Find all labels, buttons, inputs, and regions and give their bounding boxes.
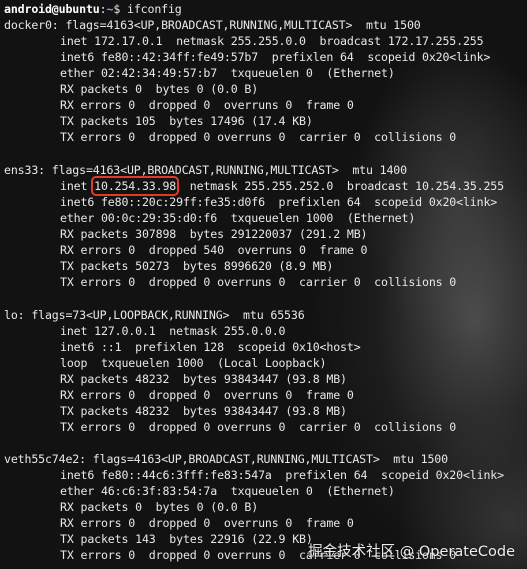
veth-inet6-line: inet6 fe80::44c6:3fff:fe83:547a prefixle… xyxy=(60,468,504,482)
prompt-command: ifconfig xyxy=(127,2,182,16)
veth-rx-packets-line: RX packets 0 bytes 0 (0.0 B) xyxy=(60,500,259,514)
lo-rx-errors-line: RX errors 0 dropped 0 overruns 0 frame 0 xyxy=(60,388,354,402)
interface-header-lo: lo: flags=73<UP,LOOPBACK,RUNNING> mtu 65… xyxy=(4,308,305,322)
ens33-inet6-line: inet6 fe80::20c:29ff:fe35:d0f6 prefixlen… xyxy=(60,195,498,209)
ens33-tx-errors-line: TX errors 0 dropped 0 overruns 0 carrier… xyxy=(60,275,457,289)
lo-loop-line: loop txqueuelen 1000 (Local Loopback) xyxy=(60,356,327,370)
watermark: 掘金技术社区 @ OperateCode xyxy=(308,544,515,560)
prompt-symbol: $ xyxy=(113,2,121,16)
ens33-tx-packets-line: TX packets 50273 bytes 8996620 (8.9 MB) xyxy=(60,259,334,273)
docker0-inet-line: inet 172.17.0.1 netmask 255.255.0.0 broa… xyxy=(60,34,484,48)
ens33-ether-line: ether 00:0c:29:35:d0:f6 txqueuelen 1000 … xyxy=(60,211,416,225)
ens33-rx-errors-line: RX errors 0 dropped 540 overruns 0 frame… xyxy=(60,243,368,257)
docker0-ether-line: ether 02:42:34:49:57:b7 txqueuelen 0 (Et… xyxy=(60,66,395,80)
lo-inet-line: inet 127.0.0.1 netmask 255.0.0.0 xyxy=(60,324,286,338)
docker0-tx-errors-line: TX errors 0 dropped 0 overruns 0 carrier… xyxy=(60,130,457,144)
docker0-rx-errors-line: RX errors 0 dropped 0 overruns 0 frame 0 xyxy=(60,98,354,112)
lo-tx-packets-line: TX packets 48232 bytes 93843447 (93.8 MB… xyxy=(60,404,347,418)
interface-header-ens33: ens33: flags=4163<UP,BROADCAST,RUNNING,M… xyxy=(4,163,407,177)
lo-rx-packets-line: RX packets 48232 bytes 93843447 (93.8 MB… xyxy=(60,372,347,386)
docker0-rx-packets-line: RX packets 0 bytes 0 (0.0 B) xyxy=(60,82,259,96)
veth-rx-errors-line: RX errors 0 dropped 0 overruns 0 frame 0 xyxy=(60,516,354,530)
interface-header-veth55c74e2: veth55c74e2: flags=4163<UP,BROADCAST,RUN… xyxy=(4,452,448,466)
docker0-tx-packets-line: TX packets 105 bytes 17496 (17.4 KB) xyxy=(60,114,313,128)
terminal-window[interactable]: android@ubuntu:~$ ifconfig docker0: flag… xyxy=(0,0,527,569)
shell-prompt-line: android@ubuntu:~$ ifconfig xyxy=(4,1,527,17)
veth-ether-line: ether 46:c6:3f:83:54:7a txqueuelen 0 (Et… xyxy=(60,484,395,498)
ens33-ip-address-highlight: 10.254.33.98 xyxy=(91,176,180,196)
lo-inet6-line: inet6 ::1 prefixlen 128 scopeid 0x10<hos… xyxy=(60,340,361,354)
docker0-inet6-line: inet6 fe80::42:34ff:fe49:57b7 prefixlen … xyxy=(60,50,491,64)
interface-header-docker0: docker0: flags=4163<UP,BROADCAST,RUNNING… xyxy=(4,18,421,32)
ens33-inet-line: inet 10.254.33.98 netmask 255.255.252.0 … xyxy=(4,176,527,196)
lo-tx-errors-line: TX errors 0 dropped 0 overruns 0 carrier… xyxy=(60,420,457,434)
ens33-inet-label: inet xyxy=(60,179,95,193)
ens33-rx-packets-line: RX packets 307898 bytes 291220037 (291.2… xyxy=(60,227,368,241)
prompt-user-host: android@ubuntu xyxy=(4,2,100,16)
ens33-netmask-broadcast: netmask 255.255.252.0 broadcast 10.254.3… xyxy=(176,179,504,193)
